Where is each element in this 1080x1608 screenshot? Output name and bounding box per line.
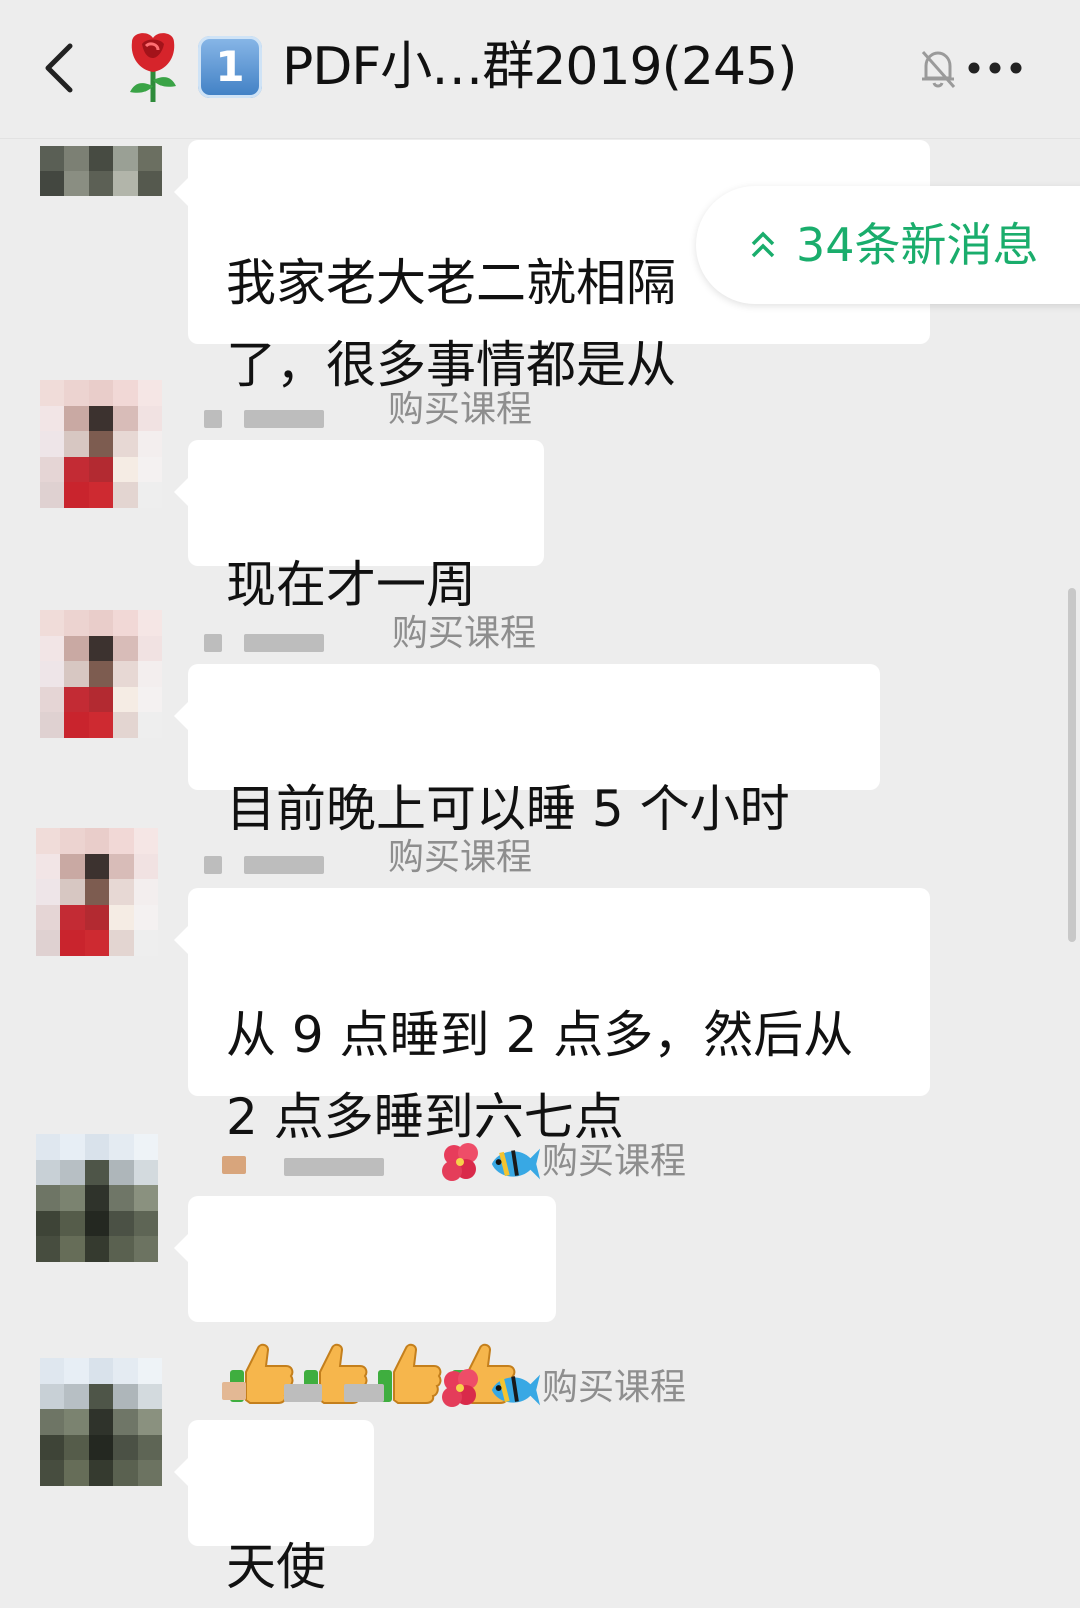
message-text: 现在才一周 bbox=[226, 556, 476, 614]
message-bubble[interactable]: 天使 bbox=[174, 1420, 374, 1596]
chat-header: 1 PDF小…群2019(245) bbox=[0, 0, 1080, 139]
hibiscus-emoji-icon bbox=[442, 1143, 478, 1181]
bell-muted-icon bbox=[921, 51, 956, 88]
scrollbar[interactable] bbox=[1068, 588, 1076, 942]
thumbs-up-emoji-icon bbox=[378, 1343, 442, 1404]
nickname-tag: 购买课程 bbox=[388, 837, 533, 878]
message-text: 目前晚上可以睡 5 个小时 bbox=[226, 780, 790, 838]
more-options-icon[interactable] bbox=[966, 60, 1024, 76]
avatar[interactable] bbox=[40, 610, 162, 738]
tropical-fish-emoji-icon bbox=[491, 1148, 541, 1180]
nickname-tag: 购买课程 bbox=[388, 389, 533, 430]
nickname-tag: 购买课程 bbox=[542, 1141, 687, 1182]
nickname-blurred bbox=[222, 1382, 246, 1400]
nickname-blurred bbox=[244, 856, 324, 874]
nickname-blurred bbox=[344, 1384, 384, 1402]
nickname-blurred bbox=[284, 1158, 384, 1176]
nickname-blurred bbox=[284, 1384, 322, 1402]
message-bubble[interactable]: 从 9 点睡到 2 点多，然后从 2 点多睡到六七点 bbox=[174, 888, 930, 1146]
message-bubble[interactable]: 目前晚上可以睡 5 个小时 bbox=[174, 664, 880, 838]
avatar[interactable] bbox=[36, 1134, 158, 1262]
rose-emoji-icon bbox=[130, 33, 176, 102]
message-bubble[interactable]: 现在才一周 bbox=[174, 440, 544, 614]
nickname-tag: 购买课程 bbox=[542, 1367, 687, 1408]
message-text: 我家老大老二就相隔 了，很多事情都是从 bbox=[226, 254, 676, 394]
new-messages-label: 34条新消息 bbox=[796, 218, 1039, 272]
message-text: 从 9 点睡到 2 点多，然后从 2 点多睡到六七点 bbox=[226, 1006, 854, 1146]
avatar[interactable] bbox=[40, 1358, 162, 1486]
message-bubble[interactable] bbox=[174, 1196, 556, 1404]
nickname-tag: 购买课程 bbox=[392, 613, 537, 654]
nickname-blurred bbox=[244, 634, 324, 652]
nickname-blurred bbox=[204, 410, 222, 428]
new-messages-jump-button[interactable]: 34条新消息 bbox=[696, 186, 1080, 304]
nickname-blurred bbox=[222, 1156, 246, 1174]
chat-title[interactable]: PDF小…群2019(245) bbox=[282, 30, 797, 104]
nickname-blurred bbox=[204, 856, 222, 874]
nickname-blurred bbox=[244, 410, 324, 428]
back-chevron-icon[interactable] bbox=[36, 38, 86, 98]
double-chevron-up-icon bbox=[751, 231, 775, 258]
keycap-number-badge: 1 bbox=[198, 36, 262, 98]
avatar[interactable] bbox=[40, 380, 162, 508]
hibiscus-emoji-icon bbox=[442, 1369, 478, 1407]
tropical-fish-emoji-icon bbox=[491, 1374, 541, 1406]
message-text: 天使 bbox=[226, 1538, 326, 1596]
nickname-blurred bbox=[204, 634, 222, 652]
avatar[interactable] bbox=[36, 828, 158, 956]
avatar[interactable] bbox=[40, 146, 162, 196]
